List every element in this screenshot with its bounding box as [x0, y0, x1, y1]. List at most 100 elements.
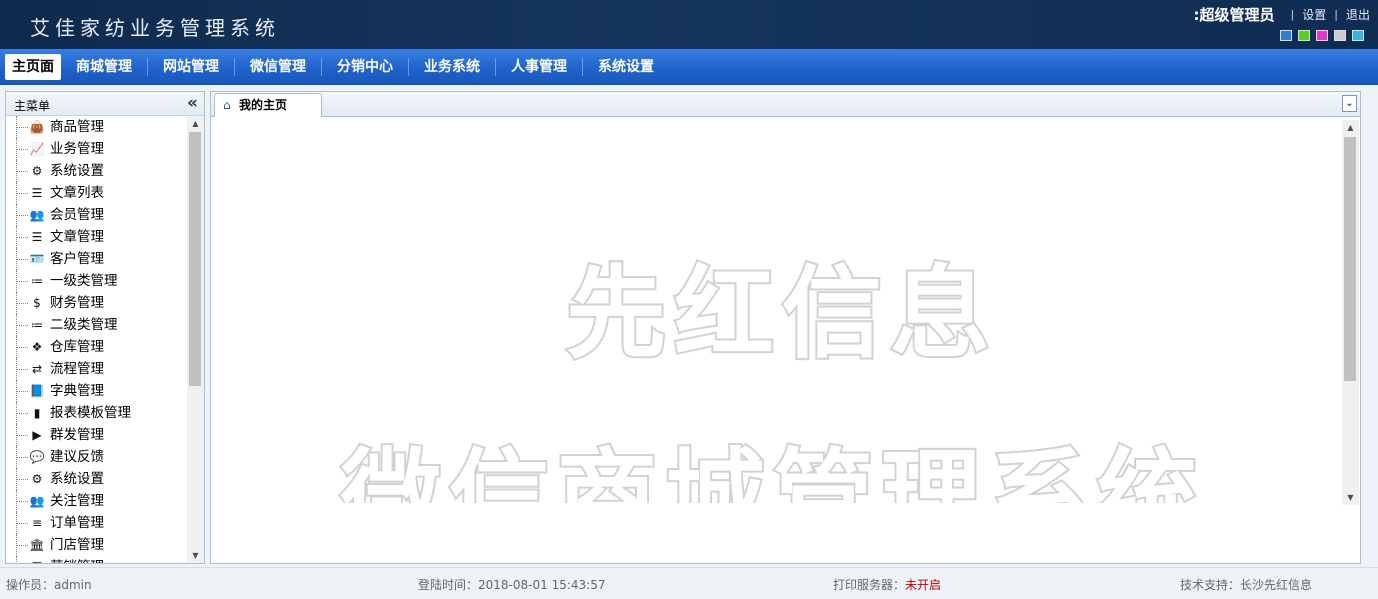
collapse-sidebar-icon[interactable]: «	[187, 94, 198, 112]
menu-item[interactable]: ☰ 文章列表	[6, 182, 188, 204]
line-chart-icon: 📈	[29, 142, 45, 156]
tab-label: 我的主页	[239, 98, 288, 112]
logout-link[interactable]: 退出	[1346, 6, 1370, 23]
login-time-label: 登陆时间：	[418, 578, 479, 592]
menu-item[interactable]: ☰ 营销管理	[6, 556, 188, 563]
menu-item-label: 一级类管理	[50, 273, 118, 289]
support-info: 技术支持：长沙先红信息	[1180, 576, 1312, 593]
ordered-list-icon: ≔	[31, 318, 43, 332]
menu-item-label: 报表模板管理	[50, 405, 131, 421]
menu-item-label: 文章列表	[50, 185, 104, 201]
exchange-icon: ⇄	[31, 362, 43, 376]
scroll-down-arrow-icon[interactable]: ▼	[187, 548, 204, 563]
main-nav: 主页面 商城管理 网站管理 微信管理 分销中心 业务系统 人事管理 系统设置	[0, 49, 1378, 85]
content-scrollbar[interactable]: ▲ ▼	[1342, 120, 1359, 505]
user-area: :超级管理员 | 设置 | 退出	[1194, 4, 1370, 24]
operator-label: 操作员：	[6, 578, 55, 592]
tab-menu-icon[interactable]: ⌄	[1342, 95, 1357, 112]
cubes-icon: ❖	[31, 340, 43, 354]
sidebar: 主菜单 « 👜 商品管理 📈 业务管理 ⚙ 系统设置 ☰ 文章列表 👥 会员管理 ☰ 文章管理 🪪 客户管…	[5, 91, 205, 564]
theme-swatch-blue[interactable]	[1280, 30, 1292, 41]
home-content: 先红信息 微信商城管理系统 ▲ ▼	[211, 117, 1360, 563]
menu-item[interactable]: 📘 字典管理	[6, 380, 188, 402]
file-icon: ▮	[33, 406, 41, 420]
menu-item[interactable]: ⚙ 系统设置	[6, 468, 188, 490]
divider: |	[1334, 7, 1338, 21]
menu-item-label: 订单管理	[50, 515, 104, 531]
nav-item-system[interactable]: 系统设置	[582, 57, 669, 76]
menu-item-label: 群发管理	[50, 427, 104, 443]
scroll-thumb[interactable]	[1344, 137, 1356, 381]
nav-item-business[interactable]: 业务系统	[408, 57, 495, 76]
operator-value: admin	[54, 578, 92, 592]
menu-item[interactable]: 🪪 客户管理	[6, 248, 188, 270]
menu-item[interactable]: 🏛 门店管理	[6, 534, 188, 556]
sidebar-header: 主菜单 «	[6, 92, 204, 116]
menu-item-label: 字典管理	[50, 383, 104, 399]
menu-item-label: 仓库管理	[50, 339, 104, 355]
menu-item-label: 会员管理	[50, 207, 104, 223]
top-header: 艾佳家纺业务管理系统 :超级管理员 | 设置 | 退出	[0, 0, 1378, 49]
dollar-icon: $	[33, 296, 41, 310]
users-icon: 👥	[29, 494, 45, 508]
tab-strip: ⌂ 我的主页 ⌄	[211, 92, 1360, 118]
list-icon: ☰	[29, 556, 45, 563]
menu-item-label: 客户管理	[50, 251, 104, 267]
users-icon: 👥	[29, 208, 45, 222]
menu-item[interactable]: 👥 关注管理	[6, 490, 188, 512]
menu-item[interactable]: ▶ 群发管理	[6, 424, 188, 446]
menu-item-label: 营销管理	[50, 559, 104, 563]
operator-info: 操作员：admin	[6, 576, 92, 593]
book-icon: 📘	[29, 384, 45, 398]
gear-icon: ⚙	[31, 164, 43, 178]
menu-item[interactable]: ⚙ 系统设置	[6, 160, 188, 182]
support-value: 长沙先红信息	[1240, 578, 1313, 592]
menu-item-label: 业务管理	[50, 141, 104, 157]
nav-item-hr[interactable]: 人事管理	[495, 57, 582, 76]
nav-item-website[interactable]: 网站管理	[147, 57, 234, 76]
menu-item[interactable]: ❖ 仓库管理	[6, 336, 188, 358]
menu-item[interactable]: ≔ 二级类管理	[6, 314, 188, 336]
theme-swatch-pink[interactable]	[1316, 30, 1328, 41]
scroll-down-arrow-icon[interactable]: ▼	[1342, 490, 1359, 505]
scroll-up-arrow-icon[interactable]: ▲	[187, 116, 204, 131]
login-time-value: 2018-08-01 15:43:57	[478, 578, 606, 592]
nav-item-home[interactable]: 主页面	[5, 53, 61, 80]
theme-swatch-cyan[interactable]	[1352, 30, 1364, 41]
watermark-area: 先红信息 微信商城管理系统	[211, 117, 1342, 503]
menu-item[interactable]: ▮ 报表模板管理	[6, 402, 188, 424]
theme-switcher	[1280, 30, 1364, 41]
theme-swatch-green[interactable]	[1298, 30, 1310, 41]
menu-item-label: 系统设置	[50, 471, 104, 487]
menu-item-label: 门店管理	[50, 537, 104, 553]
menu-item[interactable]: 💬 建议反馈	[6, 446, 188, 468]
watermark-company: 先红信息	[564, 253, 998, 374]
menu-item[interactable]: ≡ 订单管理	[6, 512, 188, 534]
menu-item[interactable]: ☰ 文章管理	[6, 226, 188, 248]
menu-item[interactable]: 👜 商品管理	[6, 116, 188, 138]
list-icon: ☰	[31, 186, 43, 200]
sidebar-scrollbar[interactable]: ▲ ▼	[187, 116, 204, 563]
nav-item-mall[interactable]: 商城管理	[61, 58, 147, 76]
tab-my-home[interactable]: ⌂ 我的主页	[214, 93, 322, 118]
home-icon: ⌂	[223, 98, 231, 112]
scroll-up-arrow-icon[interactable]: ▲	[1342, 120, 1359, 135]
menu-item-label: 系统设置	[50, 163, 104, 179]
menu-item-label: 财务管理	[50, 295, 104, 311]
comment-icon: 💬	[29, 450, 45, 464]
print-server-info: 打印服务器：未开启	[833, 576, 941, 593]
menu-item-label: 二级类管理	[50, 317, 118, 333]
play-icon: ▶	[32, 428, 42, 442]
theme-swatch-gray[interactable]	[1334, 30, 1346, 41]
menu-item[interactable]: $ 财务管理	[6, 292, 188, 314]
menu-item[interactable]: 📈 业务管理	[6, 138, 188, 160]
ordered-list-icon: ≔	[31, 274, 43, 288]
scroll-thumb[interactable]	[189, 132, 201, 386]
nav-item-distribution[interactable]: 分销中心	[321, 57, 408, 76]
nav-item-wechat[interactable]: 微信管理	[234, 57, 321, 76]
menu-item[interactable]: 👥 会员管理	[6, 204, 188, 226]
menu-item-label: 建议反馈	[50, 449, 104, 465]
settings-link[interactable]: 设置	[1302, 6, 1326, 23]
menu-item[interactable]: ⇄ 流程管理	[6, 358, 188, 380]
menu-item[interactable]: ≔ 一级类管理	[6, 270, 188, 292]
